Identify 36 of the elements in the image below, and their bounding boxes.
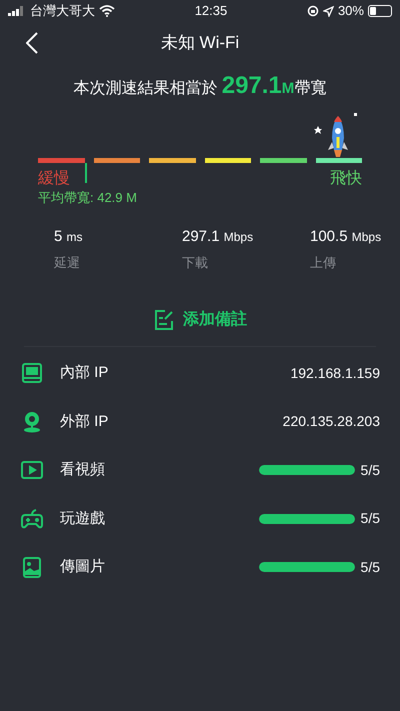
stat-label: 延遲 <box>54 254 81 272</box>
stat-value: 5 ms <box>54 227 84 247</box>
battery-percent: 30% <box>338 2 364 20</box>
clock-time: 12:35 <box>194 2 228 20</box>
stat-value: 297.1 Mbps <box>182 227 254 247</box>
edit-icon <box>153 309 175 331</box>
ip-address: 220.135.28.203 <box>282 412 380 432</box>
row-label: 玩遊戲 <box>60 508 106 528</box>
stat-label: 下載 <box>182 254 209 272</box>
average-marker <box>84 163 87 183</box>
ip-address: 192.168.1.159 <box>290 364 380 383</box>
stat-label: 上傳 <box>310 254 337 272</box>
slow-label: 緩慢 <box>38 169 70 189</box>
speed-headline: 本次測速結果相當於 297.1M帶寬 <box>72 71 328 101</box>
image-icon <box>20 555 44 580</box>
quality-score: 5/5 <box>360 509 380 528</box>
average-bandwidth: 平均帶寬: 42.9 M <box>38 189 137 207</box>
signal-icon <box>8 6 26 16</box>
fast-label: 飛快 <box>330 168 362 189</box>
battery-icon <box>368 5 392 17</box>
row-label: 內部 IP <box>60 363 110 383</box>
quality-score: 5/5 <box>360 460 380 480</box>
stat-value: 100.5 Mbps <box>310 227 382 247</box>
row-label: 看視頻 <box>60 460 106 480</box>
row-label: 外部 IP <box>60 412 110 432</box>
gamepad-icon <box>20 506 44 531</box>
page-title: 未知 Wi-Fi <box>160 32 240 54</box>
row-label: 傳圖片 <box>60 557 106 577</box>
add-note-button[interactable]: 添加備註 <box>153 308 247 332</box>
computer-icon <box>20 361 44 386</box>
back-icon <box>26 32 38 54</box>
rotation-lock-icon <box>306 5 319 17</box>
location-arrow-icon <box>322 6 334 16</box>
quality-score: 5/5 <box>360 558 380 577</box>
carrier-name: 台灣大哥大 <box>30 2 95 20</box>
wifi-icon <box>99 5 115 17</box>
